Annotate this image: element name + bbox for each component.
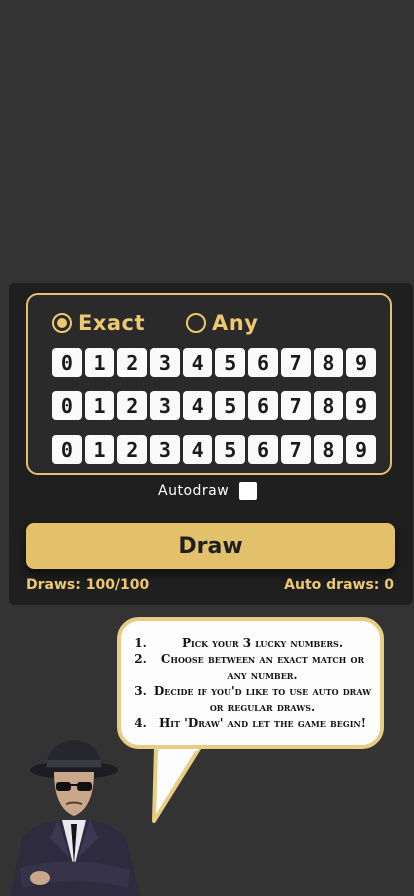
- digit-row-2: 0 1 2 3 4 5 6 7 8 9: [52, 391, 376, 420]
- digit-button[interactable]: 8: [313, 348, 344, 377]
- draw-button[interactable]: Draw: [26, 523, 395, 569]
- mode-any-option[interactable]: Any: [186, 311, 258, 335]
- digit-button[interactable]: 4: [182, 435, 213, 464]
- digit-button[interactable]: 5: [215, 435, 246, 464]
- digit-button[interactable]: 3: [150, 391, 180, 420]
- mode-exact-option[interactable]: Exact: [52, 311, 145, 335]
- digit-button[interactable]: 6: [248, 391, 278, 420]
- digit-button[interactable]: 8: [313, 435, 344, 464]
- digit-button[interactable]: 3: [150, 435, 180, 464]
- digit-button[interactable]: 5: [215, 348, 246, 377]
- digit-button[interactable]: 7: [280, 435, 311, 464]
- digit-row-3: 0 1 2 3 4 5 6 7 8 9: [52, 435, 376, 464]
- radio-any[interactable]: [186, 313, 206, 333]
- autodraw-label: Autodraw: [158, 483, 230, 499]
- radio-exact[interactable]: [52, 313, 72, 333]
- mode-any-label: Any: [212, 311, 259, 335]
- digit-button[interactable]: 4: [182, 391, 213, 420]
- digit-button[interactable]: 0: [52, 435, 82, 464]
- digit-row-1: 0 1 2 3 4 5 6 7 8 9: [52, 348, 376, 377]
- digit-button[interactable]: 1: [84, 348, 115, 377]
- instruction-item: Choose between an exact match or any num…: [151, 651, 374, 683]
- auto-draws-counter: Auto draws: 0: [284, 577, 394, 593]
- digit-button[interactable]: 0: [52, 348, 82, 377]
- digit-button[interactable]: 8: [313, 391, 344, 420]
- radio-selected-dot: [57, 318, 67, 328]
- game-panel: Exact Any 0 1 2 3 4 5 6 7 8 9 0 1 2 3 4 …: [9, 283, 413, 605]
- instruction-item: Decide if you'd like to use auto draw or…: [151, 683, 374, 715]
- digit-button[interactable]: 5: [215, 391, 246, 420]
- instruction-item: Pick your 3 lucky numbers.: [151, 635, 374, 651]
- instructions-list: Pick your 3 lucky numbers. Choose betwee…: [131, 635, 374, 731]
- digit-button[interactable]: 9: [346, 348, 376, 377]
- digit-button[interactable]: 6: [248, 435, 278, 464]
- number-picker: Exact Any 0 1 2 3 4 5 6 7 8 9 0 1 2 3 4 …: [26, 293, 392, 475]
- digit-button[interactable]: 1: [84, 391, 115, 420]
- digit-button[interactable]: 7: [280, 391, 311, 420]
- digit-button[interactable]: 2: [117, 348, 148, 377]
- mode-exact-label: Exact: [78, 311, 146, 335]
- digit-button[interactable]: 9: [346, 391, 376, 420]
- instruction-item: Hit 'Draw' and let the game begin!: [151, 715, 374, 731]
- autodraw-toggle[interactable]: Autodraw: [158, 482, 258, 500]
- digit-button[interactable]: 2: [117, 435, 148, 464]
- digit-button[interactable]: 6: [248, 348, 278, 377]
- digit-button[interactable]: 0: [52, 391, 82, 420]
- autodraw-checkbox[interactable]: [239, 482, 258, 500]
- detective-character-icon: [10, 740, 140, 896]
- digit-button[interactable]: 2: [117, 391, 148, 420]
- draws-counter: Draws: 100/100: [26, 577, 150, 593]
- digit-button[interactable]: 9: [346, 435, 376, 464]
- digit-button[interactable]: 1: [84, 435, 115, 464]
- digit-button[interactable]: 7: [280, 348, 311, 377]
- digit-button[interactable]: 3: [150, 348, 180, 377]
- digit-button[interactable]: 4: [182, 348, 213, 377]
